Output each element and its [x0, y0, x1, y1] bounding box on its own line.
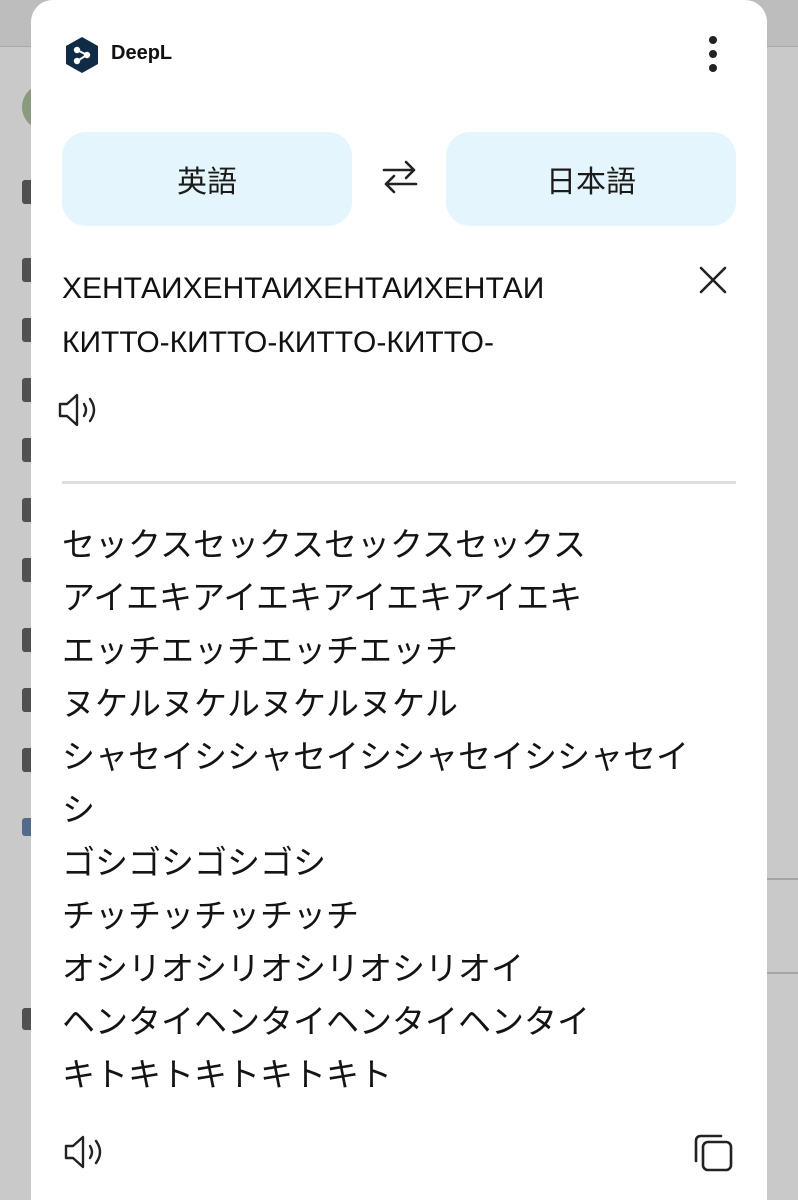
translation-sheet: DeepL 英語 日本語 ХЕНТАИХЕНТАИХЕНТАИХЕНТАИ КИ…	[31, 0, 767, 1200]
translation-line: ヌケルヌケルヌケルヌケル	[62, 684, 458, 723]
swap-languages-button[interactable]	[375, 154, 425, 204]
copy-translation-button[interactable]	[687, 1128, 739, 1180]
app-name: DeepL	[111, 42, 173, 64]
source-speak-button[interactable]	[53, 390, 105, 434]
divider	[62, 481, 736, 484]
language-selector: 英語 日本語	[62, 132, 736, 226]
translation-line: ヘンタイヘンタイヘンタイヘンタイ	[62, 1002, 590, 1041]
target-language-button[interactable]: 日本語	[446, 132, 736, 226]
swap-arrows-icon	[380, 159, 420, 199]
speaker-icon	[63, 1133, 107, 1175]
speaker-icon	[57, 391, 101, 433]
close-icon	[698, 265, 728, 299]
source-text-line: КИТТО-КИТТО-КИТТO-КИТТО-	[62, 326, 495, 359]
translation-line: シャセイシシャセイシシャセイシシャセイ	[62, 737, 689, 776]
sheet-header: DeepL	[31, 0, 767, 110]
copy-icon	[691, 1130, 735, 1178]
more-vertical-icon	[708, 35, 718, 77]
translation-line: チッチッチッチッチ	[62, 896, 359, 935]
background-divider	[766, 972, 798, 974]
source-text-line: ХЕНТАИХЕНТАИХЕНТАИХЕНТАИ	[62, 272, 545, 305]
clear-text-button[interactable]	[693, 262, 733, 302]
source-language-button[interactable]: 英語	[62, 132, 352, 226]
translation-line: ゴシゴシゴシゴシ	[62, 843, 326, 882]
translation-line: セックスセックスセックスセックス	[62, 525, 587, 564]
translation-speak-button[interactable]	[59, 1132, 111, 1176]
translation-line: オシリオシリオシリオシリオイ	[62, 949, 524, 988]
deepl-logo-icon	[65, 36, 99, 74]
more-menu-button[interactable]	[691, 30, 735, 82]
translation-line: キトキトキトキトキト	[62, 1055, 392, 1094]
source-text-area[interactable]: ХЕНТАИХЕНТАИХЕНТАИХЕНТАИ КИТТО-КИТТО-КИТ…	[62, 262, 702, 370]
background-divider	[766, 878, 798, 880]
translation-line: エッチエッチエッチエッチ	[62, 631, 458, 670]
translation-text-area: セックスセックスセックスセックス アイエキアイエキアイエキアイエキ エッチエッチ…	[62, 518, 736, 1101]
translation-line: アイエキアイエキアイエキアイエキ	[62, 578, 583, 617]
translation-line: シ	[62, 790, 95, 829]
